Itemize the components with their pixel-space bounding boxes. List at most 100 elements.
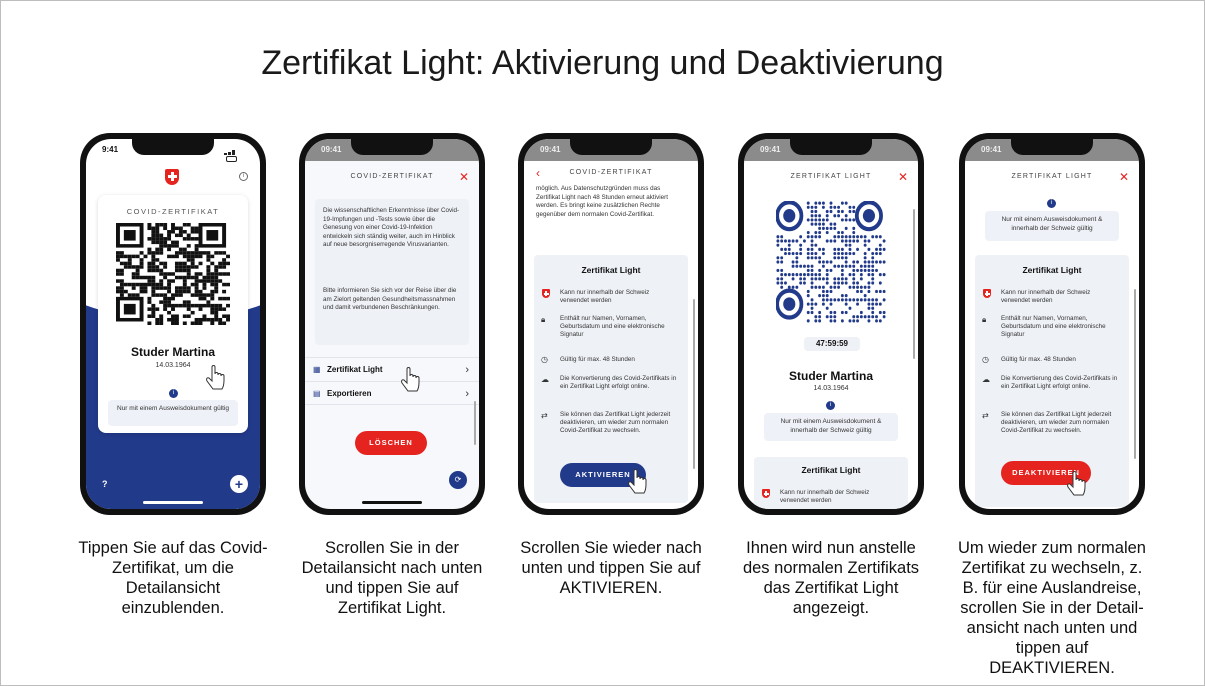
card-label: COVID-ZERTIFIKAT [126, 207, 220, 216]
feature-text: Enthält nur Namen, Vornamen, Geburtsdatu… [1001, 315, 1106, 338]
feature-text: Gültig für max. 48 Stunden [560, 356, 635, 363]
row-exportieren[interactable]: ▤ Exportieren › [305, 381, 479, 405]
hand-pointer-icon [206, 365, 225, 390]
caption-step-5: Um wieder zum normalen Zertifikat zu wec… [958, 539, 1146, 677]
phone-notch [790, 139, 872, 155]
panel-title: Zertifikat Light [581, 265, 641, 275]
swiss-cross-icon [983, 289, 991, 298]
export-icon: ▤ [313, 389, 321, 398]
lock-icon: 🔒︎ [541, 315, 546, 324]
status-time: 09:41 [981, 145, 1002, 154]
feature-text: Sie können das Zertifikat Light jederzei… [1001, 411, 1112, 434]
slide-title: Zertifikat Light: Aktivierung und Deakti… [261, 44, 944, 82]
validity-note: Nur mit einem Ausweisdokument & innerhal… [764, 413, 898, 441]
hand-pointer-icon [401, 367, 420, 392]
screen-header: ZERTIFIKAT LIGHT [1011, 173, 1093, 180]
phone-notch [132, 139, 214, 155]
scrollbar[interactable] [693, 299, 695, 469]
info-icon: i [826, 401, 835, 410]
status-time: 09:41 [540, 145, 561, 154]
caption-step-2: Scrollen Sie in der Detailansicht nach u… [301, 539, 483, 617]
close-icon[interactable]: ✕ [459, 163, 469, 191]
feature-text: Kann nur innerhalb der Schweiz verwendet… [780, 489, 870, 504]
row-zertifikat-light[interactable]: ▦ Zertifikat Light › [305, 357, 479, 381]
chevron-right-icon: › [465, 388, 469, 400]
add-certificate-button[interactable]: + [230, 475, 248, 493]
row-label: Exportieren [327, 389, 372, 398]
feature-text: Die Konvertierung des Covid-Zertifikats … [560, 375, 677, 390]
scrollbar[interactable] [474, 401, 476, 445]
validity-note: Nur mit einem Ausweisdokument & innerhal… [985, 211, 1119, 241]
help-button[interactable]: ? [102, 479, 108, 489]
screen-header: ZERTIFIKAT LIGHT [790, 173, 872, 180]
info-icon: i [1047, 199, 1056, 208]
feature-text: Gültig für max. 48 Stunden [1001, 356, 1076, 363]
phone-notch [1011, 139, 1093, 155]
screen-deactivate-light: 09:41 ZERTIFIKAT LIGHT ✕ i Nur mit einem… [965, 139, 1139, 509]
chevron-right-icon: › [465, 364, 469, 376]
certificate-card[interactable]: COVID-ZERTIFIKAT Studer Martina 14.03.19… [98, 195, 248, 433]
phone-notch [351, 139, 433, 155]
status-time: 09:41 [321, 145, 342, 154]
swap-icon: ⇄ [982, 411, 989, 420]
hand-pointer-icon [628, 469, 647, 494]
light-info-panel: Zertifikat Light Kann nur innerhalb der … [975, 255, 1129, 507]
qr-code [116, 223, 230, 325]
info-paragraph-1: Die wissenschaftlichen Erkenntnisse über… [323, 207, 460, 249]
swiss-cross-icon [165, 169, 179, 185]
feature-text: Kann nur innerhalb der Schweiz verwendet… [1001, 289, 1091, 304]
caption-step-3: Scrollen Sie wieder nach unten und tippe… [520, 539, 702, 597]
phone-5: 09:41 ZERTIFIKAT LIGHT ✕ i Nur mit einem… [959, 133, 1145, 515]
lock-icon: 🔒︎ [982, 315, 987, 324]
screen-header: COVID-ZERTIFIKAT [569, 169, 653, 176]
holder-name: Studer Martina [788, 369, 873, 383]
panel-title: Zertifikat Light [1022, 265, 1082, 275]
phone-1: 9:41 i COVID-ZERTIFIKAT Studer Martina 1… [80, 133, 266, 515]
screen-activate-light: 09:41 ‹ COVID-ZERTIFIKAT möglich. Aus Da… [524, 139, 698, 509]
clock-icon: ◷ [982, 355, 989, 364]
qr-icon: ▦ [313, 365, 321, 374]
screen-light-certificate: 09:41 ZERTIFIKAT LIGHT ✕ 47:59:59 Studer… [744, 139, 918, 509]
light-info-panel: Zertifikat Light Kann nur innerhalb der … [754, 457, 908, 509]
refresh-icon[interactable]: ⟳ [449, 471, 467, 489]
holder-name: Studer Martina [130, 345, 215, 359]
close-icon[interactable]: ✕ [1119, 163, 1129, 191]
info-paragraph-2: Bitte informieren Sie sich vor der Reise… [323, 287, 457, 312]
screen-certificate-detail: 09:41 COVID-ZERTIFIKAT ✕ Die wissenschaf… [305, 139, 479, 509]
validity-timer: 47:59:59 [804, 337, 860, 351]
row-label: Zertifikat Light [327, 365, 383, 374]
info-icon[interactable]: i [239, 172, 248, 181]
caption-step-4: Ihnen wird nun anstelle des normalen Zer… [742, 539, 920, 617]
screen-header: COVID-ZERTIFIKAT [350, 173, 434, 180]
caption-step-1: Tippen Sie auf das Covid-Zertifikat, um … [78, 539, 268, 617]
panel-title: Zertifikat Light [801, 465, 861, 475]
info-panel: Die wissenschaftlichen Erkenntnisse über… [315, 199, 469, 345]
light-qr-code [775, 200, 886, 323]
hand-pointer-icon [1067, 471, 1086, 496]
clock-icon: ◷ [541, 355, 548, 364]
home-indicator [143, 501, 203, 504]
home-indicator [362, 501, 422, 504]
scrollbar[interactable] [913, 209, 915, 359]
cloud-icon: ☁︎ [541, 375, 549, 384]
privacy-paragraph: möglich. Aus Datenschutzgründen muss das… [536, 185, 668, 218]
swiss-cross-icon [762, 489, 770, 498]
feature-text: Kann nur innerhalb der Schweiz verwendet… [560, 289, 650, 304]
phone-3: 09:41 ‹ COVID-ZERTIFIKAT möglich. Aus Da… [518, 133, 704, 515]
feature-text: Enthält nur Namen, Vornamen, Geburtsdatu… [560, 315, 665, 338]
validity-note: Nur mit einem Ausweisdokument gültig [108, 400, 238, 426]
close-icon[interactable]: ✕ [898, 163, 908, 191]
light-info-panel: Zertifikat Light Kann nur innerhalb der … [534, 255, 688, 503]
phone-2: 09:41 COVID-ZERTIFIKAT ✕ Die wissenschaf… [299, 133, 485, 515]
phone-notch [570, 139, 652, 155]
info-icon: i [169, 389, 178, 398]
status-time: 9:41 [102, 145, 119, 154]
feature-text: Die Konvertierung des Covid-Zertifikats … [1001, 375, 1118, 390]
scrollbar[interactable] [1134, 289, 1136, 459]
cloud-icon: ☁︎ [982, 375, 990, 384]
birth-date: 14.03.1964 [813, 385, 849, 392]
feature-text: Sie können das Zertifikat Light jederzei… [560, 411, 671, 434]
screen-certificate-list: 9:41 i COVID-ZERTIFIKAT Studer Martina 1… [86, 139, 260, 509]
swap-icon: ⇄ [541, 411, 548, 420]
delete-button[interactable]: LÖSCHEN [355, 431, 427, 455]
